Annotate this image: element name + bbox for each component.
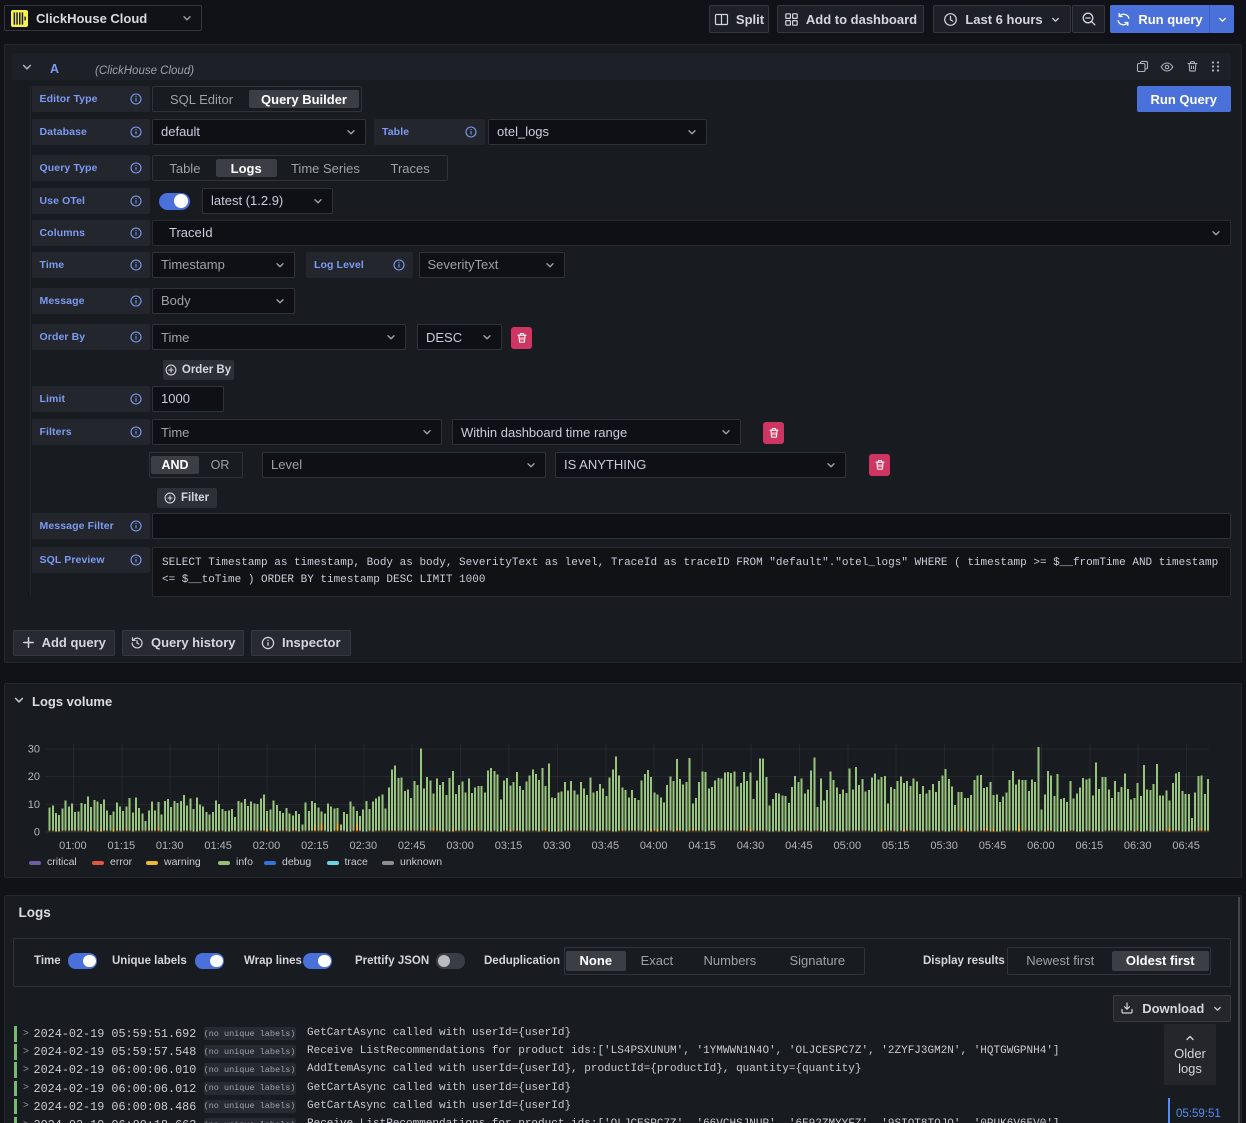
svg-text:06:15: 06:15 bbox=[1076, 840, 1104, 852]
svg-text:05:00: 05:00 bbox=[834, 840, 862, 852]
svg-text:01:45: 01:45 bbox=[204, 840, 232, 852]
svg-text:06:00: 06:00 bbox=[1027, 840, 1055, 852]
svg-text:04:30: 04:30 bbox=[737, 840, 765, 852]
svg-text:04:15: 04:15 bbox=[688, 840, 716, 852]
svg-text:02:00: 02:00 bbox=[253, 840, 281, 852]
svg-text:02:15: 02:15 bbox=[301, 840, 329, 852]
svg-text:04:00: 04:00 bbox=[640, 840, 668, 852]
svg-text:03:30: 03:30 bbox=[543, 840, 571, 852]
svg-text:01:00: 01:00 bbox=[59, 840, 87, 852]
svg-text:05:45: 05:45 bbox=[979, 840, 1007, 852]
svg-text:05:15: 05:15 bbox=[882, 840, 910, 852]
svg-text:10: 10 bbox=[28, 799, 40, 811]
svg-text:02:45: 02:45 bbox=[398, 840, 426, 852]
svg-text:03:45: 03:45 bbox=[592, 840, 620, 852]
svg-text:0: 0 bbox=[34, 827, 40, 839]
svg-text:05:30: 05:30 bbox=[930, 840, 958, 852]
svg-text:02:30: 02:30 bbox=[350, 840, 378, 852]
svg-text:03:15: 03:15 bbox=[495, 840, 523, 852]
svg-text:20: 20 bbox=[28, 771, 40, 783]
svg-text:01:30: 01:30 bbox=[156, 840, 184, 852]
svg-text:03:00: 03:00 bbox=[446, 840, 474, 852]
svg-text:06:45: 06:45 bbox=[1172, 840, 1200, 852]
svg-text:04:45: 04:45 bbox=[785, 840, 813, 852]
svg-text:01:15: 01:15 bbox=[108, 840, 136, 852]
svg-text:30: 30 bbox=[28, 743, 40, 755]
svg-text:06:30: 06:30 bbox=[1124, 840, 1152, 852]
